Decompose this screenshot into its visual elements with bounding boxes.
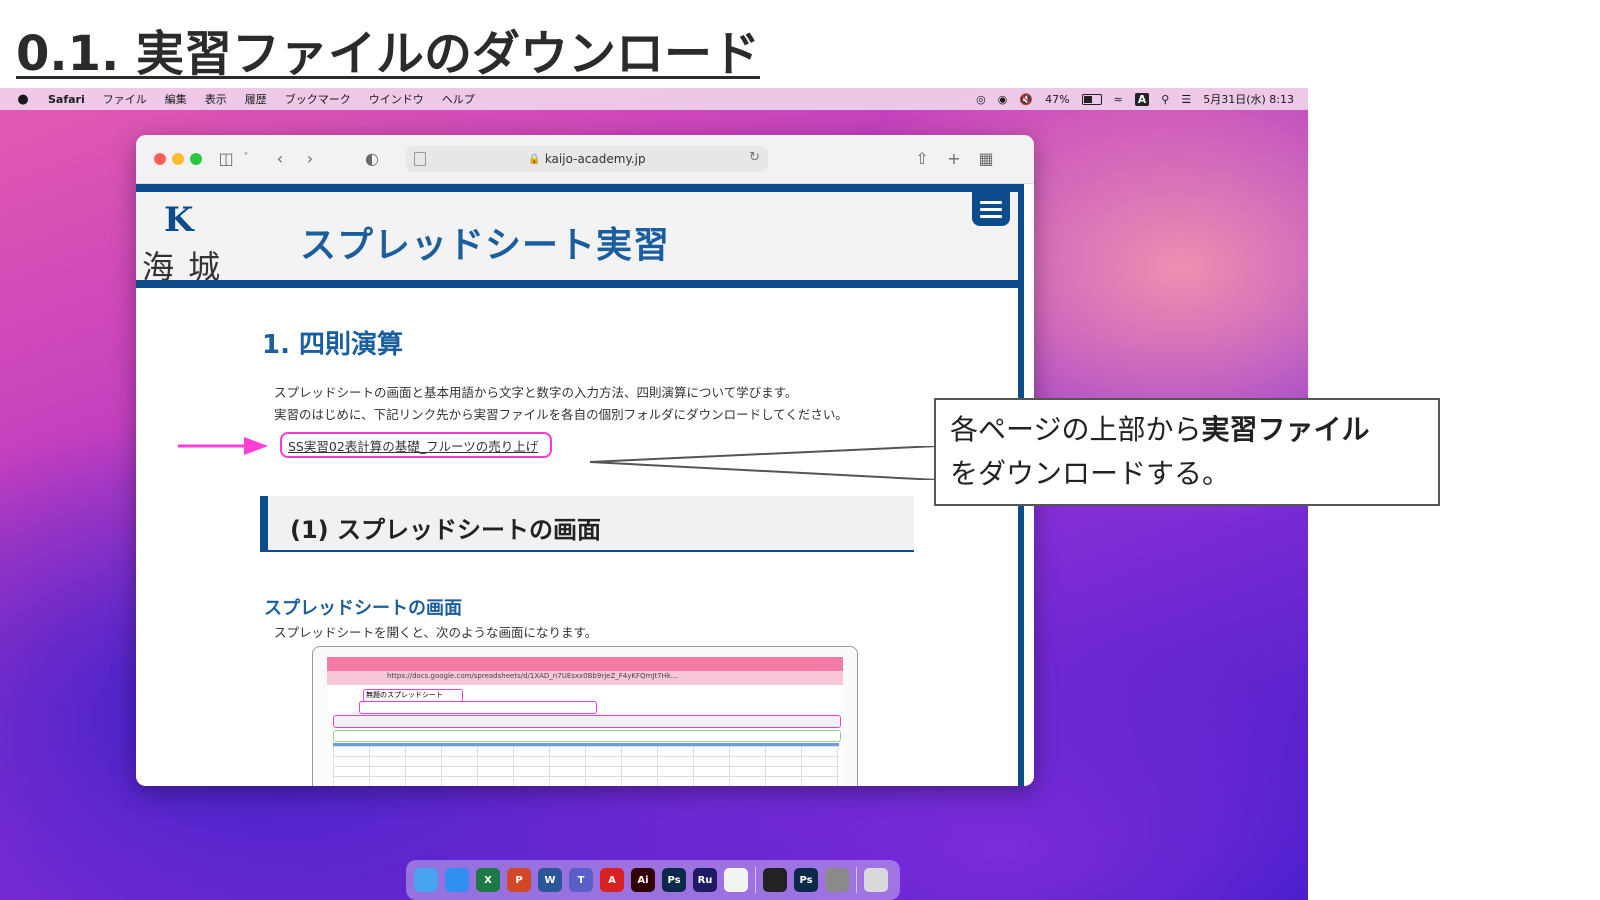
mac-menubar: ● Safari ファイル 編集 表示 履歴 ブックマーク ウインドウ ヘルプ … (0, 88, 1308, 110)
spreadsheet-screenshot: https://docs.google.com/spreadsheets/d/1… (312, 646, 858, 786)
dock-word-icon[interactable]: W (538, 868, 562, 892)
intro-paragraph-1: スプレッドシートの画面と基本用語から文字と数字の入力方法、四則演算について学びま… (274, 385, 798, 400)
dock-excel-icon[interactable]: X (476, 868, 500, 892)
dock-illustrator-icon[interactable]: Ai (631, 868, 655, 892)
site-logo-mark[interactable]: K (164, 200, 194, 240)
menu-view[interactable]: 表示 (205, 91, 227, 107)
mini-url-bar: https://docs.google.com/spreadsheets/d/1… (327, 671, 843, 685)
dock-system-settings-icon[interactable] (825, 868, 849, 892)
callout-text-bold: 実習ファイル (1201, 413, 1370, 446)
dock-finder-icon[interactable] (414, 868, 438, 892)
mini-toolbar (333, 715, 841, 728)
chevron-down-icon[interactable]: ˅ (236, 152, 256, 163)
sidebar-icon[interactable]: ◫ (216, 149, 236, 168)
download-file-link[interactable]: SS実習02表計算の基礎_フルーツの売り上げ (280, 432, 552, 458)
forward-icon[interactable]: › (300, 149, 320, 168)
intro-paragraph-2: 実習のはじめに、下記リンク先から実習ファイルを各自の個別フォルダにダウンロードし… (274, 407, 848, 422)
menu-edit[interactable]: 編集 (165, 91, 187, 107)
subsection-header: (1) スプレッドシートの画面 (260, 496, 914, 552)
dock-photoshop-icon[interactable]: Ps (662, 868, 686, 892)
close-window-button[interactable] (154, 153, 166, 165)
battery-icon[interactable] (1081, 93, 1102, 105)
address-bar[interactable]: 🔒 kaijo-academy.jp ↻ (406, 146, 768, 172)
tab-overview-icon[interactable]: ▦ (976, 149, 996, 168)
dock-safari-icon[interactable] (445, 868, 469, 892)
callout-pointer (590, 446, 938, 480)
safari-toolbar: ◫ ˅ ‹ › ◐ 🔒 kaijo-academy.jp ↻ ⇧ + ▦ (136, 135, 1034, 184)
mini-sheet-doc: 無題のスプレッドシート (327, 685, 843, 786)
menubar-status-area: ◎ ◉ 🔇 47% ≈ A ⚲ ☰ 5月31日(水) 8:13 (964, 88, 1294, 110)
site-logo-text[interactable]: 海 城 (142, 242, 222, 288)
dock-teams-icon[interactable]: T (569, 868, 593, 892)
dock-acrobat-icon[interactable]: A (600, 868, 624, 892)
dock-separator (856, 867, 857, 893)
new-tab-icon[interactable]: + (944, 149, 964, 168)
dock-powerpoint-icon[interactable]: P (507, 868, 531, 892)
mini-browser-tabs (327, 657, 843, 671)
battery-percent: 47% (1045, 92, 1070, 106)
menu-window[interactable]: ウインドウ (369, 91, 424, 107)
hamburger-menu-icon[interactable] (972, 192, 1010, 226)
mute-icon[interactable]: 🔇 (1019, 93, 1033, 106)
slide-title: 0.1. 実習ファイルのダウンロード (16, 26, 760, 82)
menu-bookmarks[interactable]: ブックマーク (285, 91, 351, 107)
input-a-icon[interactable]: A (1134, 92, 1150, 106)
dock-rush-icon[interactable]: Ru (693, 868, 717, 892)
subsection-title: (1) スプレッドシートの画面 (290, 516, 601, 544)
share-icon[interactable]: ⇧ (912, 149, 932, 168)
callout-text-line2: をダウンロードする。 (950, 457, 1231, 490)
page-icon (414, 152, 426, 166)
menu-history[interactable]: 履歴 (245, 91, 267, 107)
sub-heading: スプレッドシートの画面 (264, 598, 462, 619)
mini-formula-bar (333, 730, 841, 742)
web-content: K 海 城 スプレッドシート実習 1. 四則演算 スプレッドシートの画面と基本用… (136, 184, 1034, 786)
reload-icon[interactable]: ↻ (749, 150, 760, 165)
section-heading: 1. 四則演算 (262, 330, 404, 360)
minimize-window-button[interactable] (172, 153, 184, 165)
search-icon[interactable]: ⚲ (1161, 93, 1169, 106)
shield-icon[interactable]: ◐ (362, 149, 382, 168)
callout-text-plain: 各ページの上部から (950, 413, 1202, 446)
dock-photoshop-2-icon[interactable]: Ps (794, 868, 818, 892)
vpn-icon[interactable]: ◉ (998, 93, 1008, 106)
dock-activity-monitor-icon[interactable] (763, 868, 787, 892)
wifi-icon[interactable]: ≈ (1114, 93, 1123, 106)
mini-cell-grid (333, 743, 839, 786)
pink-arrow-icon (178, 437, 268, 455)
menu-help[interactable]: ヘルプ (442, 91, 475, 107)
creative-cloud-icon[interactable]: ◎ (976, 93, 986, 106)
mini-menu-bar (359, 701, 597, 714)
mac-dock: X P W T A Ai Ps Ru Ps (406, 860, 900, 900)
menubar-datetime[interactable]: 5月31日(水) 8:13 (1203, 91, 1294, 107)
lock-icon: 🔒 (528, 153, 541, 165)
mini-url-text: https://docs.google.com/spreadsheets/d/1… (387, 672, 678, 680)
dock-trash-icon[interactable] (864, 868, 888, 892)
zoom-window-button[interactable] (190, 153, 202, 165)
site-header: K 海 城 スプレッドシート実習 (136, 184, 1024, 288)
back-icon[interactable]: ‹ (270, 149, 290, 168)
site-title: スプレッドシート実習 (300, 225, 671, 266)
instruction-callout: 各ページの上部から実習ファイル をダウンロードする。 (934, 398, 1440, 506)
apple-logo-icon[interactable]: ● (16, 92, 30, 107)
url-text: kaijo-academy.jp (544, 152, 646, 166)
menu-file[interactable]: ファイル (103, 91, 147, 107)
control-center-icon[interactable]: ☰ (1181, 93, 1191, 106)
sub-paragraph: スプレッドシートを開くと、次のような画面になります。 (274, 625, 598, 640)
dock-separator (755, 867, 756, 893)
menu-app-safari[interactable]: Safari (48, 93, 85, 106)
dock-textedit-icon[interactable] (724, 868, 748, 892)
